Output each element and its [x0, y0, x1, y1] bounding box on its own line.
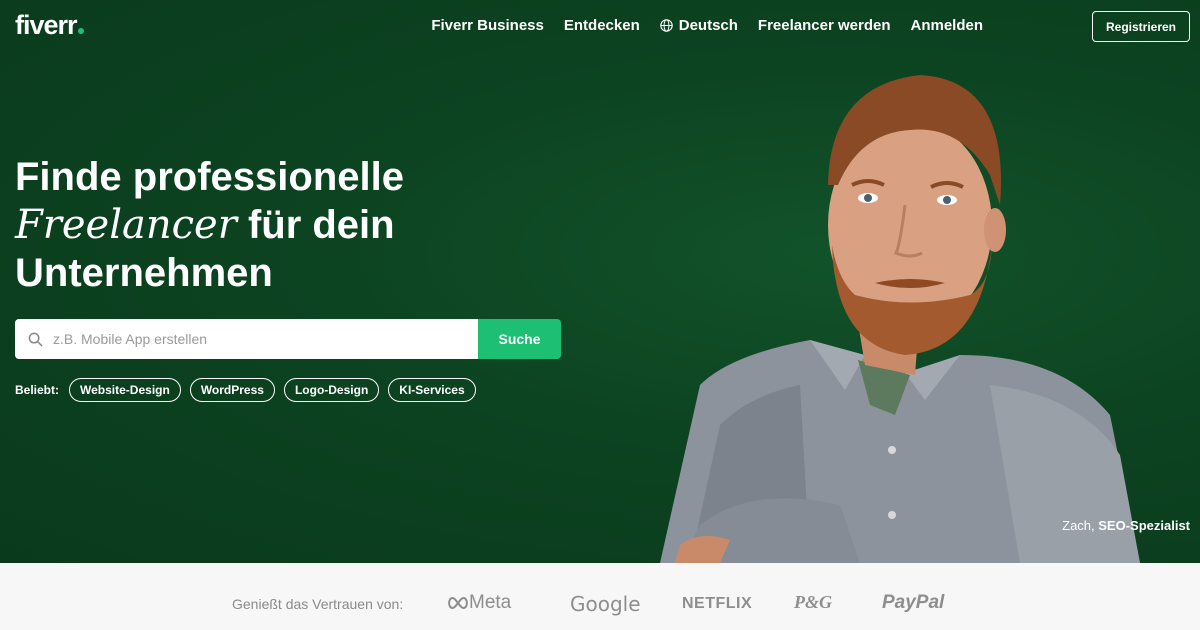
meta-infinity-icon [448, 596, 468, 610]
popular-chip-logo-design[interactable]: Logo-Design [283, 378, 380, 402]
hero-section: fiverr Fiverr Business Entdecken Deutsch… [0, 0, 1200, 563]
logo-dot [77, 28, 84, 34]
caption-role: SEO-Spezialist [1098, 518, 1190, 533]
popular-chip-wordpress[interactable]: WordPress [189, 378, 275, 402]
search-button[interactable]: Suche [478, 319, 561, 359]
search-input[interactable] [53, 331, 433, 347]
nav-fiverr-business[interactable]: Fiverr Business [431, 17, 544, 34]
caption-name: Zach, [1062, 518, 1099, 533]
globe-icon [659, 19, 673, 32]
headline-line-2-rest: für dein [236, 203, 395, 247]
nav-become-freelancer[interactable]: Freelancer werden [758, 17, 891, 34]
nav-language[interactable]: Deutsch [659, 17, 738, 34]
search-bar: Suche [15, 319, 561, 359]
popular-label: Beliebt: [15, 383, 60, 397]
register-button[interactable]: Registrieren [1092, 11, 1190, 42]
search-icon [28, 332, 43, 346]
hero-headline: Finde professionelle Freelancer für dein… [15, 153, 404, 297]
popular-searches: Beliebt: Website-Design WordPress Logo-D… [15, 378, 476, 402]
nav-language-label: Deutsch [678, 17, 738, 34]
search-box [15, 319, 478, 359]
meta-logo: Meta [447, 592, 511, 614]
hero-person-image [660, 75, 1140, 563]
person-caption: Zach, SEO-Spezialist [1062, 518, 1190, 533]
headline-line-3: Unternehmen [15, 251, 273, 295]
logo-text: fiverr [15, 10, 78, 40]
top-nav: Fiverr Business Entdecken Deutsch Freela… [431, 17, 983, 34]
meta-logo-text: Meta [469, 592, 512, 613]
netflix-logo: NETFLIX [682, 595, 753, 612]
nav-sign-in[interactable]: Anmelden [910, 17, 983, 34]
nav-entdecken[interactable]: Entdecken [564, 17, 640, 34]
trusted-by-label: Genießt das Vertrauen von: [232, 596, 404, 612]
headline-line-1: Finde professionelle [15, 155, 404, 199]
popular-chip-ki-services[interactable]: KI-Services [388, 378, 476, 402]
paypal-logo: PayPal [882, 592, 945, 613]
trusted-by-bar: Genießt das Vertrauen von: Meta Google N… [0, 563, 1200, 630]
headline-italic: Freelancer [15, 202, 237, 248]
fiverr-logo[interactable]: fiverr [15, 10, 84, 41]
headline-line-2: Freelancer für dein [15, 201, 404, 249]
popular-chip-website-design[interactable]: Website-Design [69, 378, 181, 402]
pg-logo: P&G [794, 592, 832, 612]
google-logo: Google [570, 592, 641, 616]
